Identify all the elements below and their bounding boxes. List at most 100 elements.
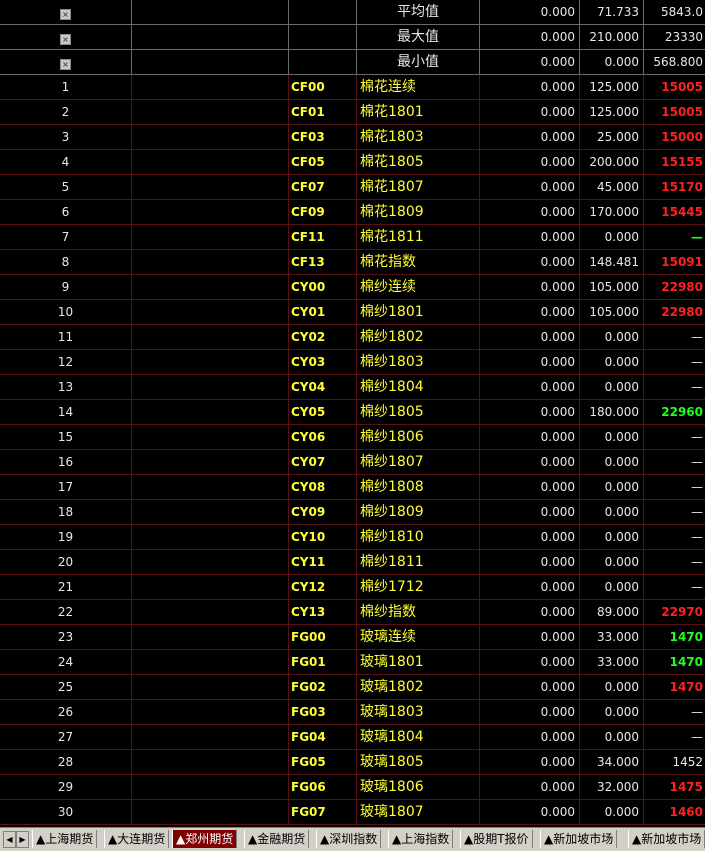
row-number: 15	[0, 425, 132, 450]
table-row[interactable]: 4 CF05 棉花1805 0.000 200.000 15155	[0, 150, 705, 175]
price-cell: 15445	[644, 200, 705, 225]
contract-name: 棉花1807	[357, 175, 480, 200]
scroll-left-icon[interactable]: ◀	[3, 831, 16, 848]
row-number: 25	[0, 675, 132, 700]
market-tab[interactable]: ▲股期T报价	[460, 830, 533, 848]
contract-code: FG06	[289, 775, 357, 800]
table-row[interactable]: 22 CY13 棉纱指数 0.000 89.000 22970	[0, 600, 705, 625]
value-cell: 33.000	[580, 650, 644, 675]
row-number: 29	[0, 775, 132, 800]
table-row[interactable]: 28 FG05 玻璃1805 0.000 34.000 1452	[0, 750, 705, 775]
contract-name: 棉纱1806	[357, 425, 480, 450]
stat-checkbox-cell[interactable]: ×	[0, 50, 132, 75]
row-number: 13	[0, 375, 132, 400]
empty-cell	[132, 525, 289, 550]
empty-cell	[132, 625, 289, 650]
value-cell: 0.000	[480, 450, 580, 475]
value-cell: 0.000	[480, 650, 580, 675]
empty-cell	[132, 175, 289, 200]
table-row[interactable]: 10 CY01 棉纱1801 0.000 105.000 22980	[0, 300, 705, 325]
row-number: 27	[0, 725, 132, 750]
empty-cell	[132, 275, 289, 300]
table-row[interactable]: 1 CF00 棉花连续 0.000 125.000 15005	[0, 75, 705, 100]
value-cell: 0.000	[480, 375, 580, 400]
contract-code: CY03	[289, 350, 357, 375]
table-row[interactable]: 24 FG01 玻璃1801 0.000 33.000 1470	[0, 650, 705, 675]
contract-code: CF09	[289, 200, 357, 225]
stat-checkbox-cell[interactable]: ×	[0, 25, 132, 50]
market-tab[interactable]: ▲郑州期货	[172, 830, 238, 848]
table-row[interactable]: 11 CY02 棉纱1802 0.000 0.000—	[0, 325, 705, 350]
table-row[interactable]: 18 CY09 棉纱1809 0.000 0.000—	[0, 500, 705, 525]
table-row[interactable]: 7 CF11 棉花1811 0.000 0.000—	[0, 225, 705, 250]
stat-checkbox-cell[interactable]: ×	[0, 0, 132, 25]
table-row[interactable]: 19 CY10 棉纱1810 0.000 0.000—	[0, 525, 705, 550]
market-tab[interactable]: ▲金融期货	[244, 830, 310, 848]
table-row[interactable]: 15 CY06 棉纱1806 0.000 0.000—	[0, 425, 705, 450]
market-tab[interactable]: ▲上海期货	[32, 830, 98, 848]
value-cell: 0.000	[580, 575, 644, 600]
contract-name: 棉花1805	[357, 150, 480, 175]
stat-value: 0.000	[580, 50, 644, 75]
table-row[interactable]: 12 CY03 棉纱1803 0.000 0.000—	[0, 350, 705, 375]
table-row[interactable]: 6 CF09 棉花1809 0.000 170.000 15445	[0, 200, 705, 225]
empty-cell	[132, 375, 289, 400]
price-cell: 15005	[644, 75, 705, 100]
value-cell: 0.000	[480, 300, 580, 325]
contract-name: 棉纱1809	[357, 500, 480, 525]
market-tab[interactable]: ▲新加坡市场	[540, 830, 618, 848]
contract-name: 玻璃1804	[357, 725, 480, 750]
table-row[interactable]: 21 CY12 棉纱1712 0.000 0.000—	[0, 575, 705, 600]
checkbox-icon[interactable]: ×	[60, 9, 71, 20]
row-number: 24	[0, 650, 132, 675]
table-row[interactable]: 27 FG04 玻璃1804 0.000 0.000—	[0, 725, 705, 750]
empty-cell	[132, 125, 289, 150]
table-row[interactable]: 8 CF13 棉花指数 0.000 148.481 15091	[0, 250, 705, 275]
price-cell: —	[644, 525, 705, 550]
empty-cell	[132, 650, 289, 675]
value-cell: 0.000	[580, 500, 644, 525]
empty-cell	[289, 50, 357, 75]
empty-cell	[132, 400, 289, 425]
table-row[interactable]: 23 FG00 玻璃连续 0.000 33.000 1470	[0, 625, 705, 650]
table-row[interactable]: 26 FG03 玻璃1803 0.000 0.000—	[0, 700, 705, 725]
contract-code: FG00	[289, 625, 357, 650]
table-row[interactable]: 3 CF03 棉花1803 0.000 25.000 15000	[0, 125, 705, 150]
table-row[interactable]: 16 CY07 棉纱1807 0.000 0.000—	[0, 450, 705, 475]
stat-value: 23330	[644, 25, 705, 50]
table-row[interactable]: 13 CY04 棉纱1804 0.000 0.000—	[0, 375, 705, 400]
contract-code: FG01	[289, 650, 357, 675]
market-tab[interactable]: ▲新加坡市场	[628, 830, 705, 848]
contract-code: CF00	[289, 75, 357, 100]
empty-cell	[132, 450, 289, 475]
market-tab[interactable]: ▲深圳指数	[316, 830, 382, 848]
value-cell: 0.000	[480, 725, 580, 750]
table-row[interactable]: 5 CF07 棉花1807 0.000 45.000 15170	[0, 175, 705, 200]
value-cell: 0.000	[480, 275, 580, 300]
price-cell: —	[644, 450, 705, 475]
checkbox-icon[interactable]: ×	[60, 34, 71, 45]
empty-cell	[132, 725, 289, 750]
table-row[interactable]: 20 CY11 棉纱1811 0.000 0.000—	[0, 550, 705, 575]
table-row[interactable]: 14 CY05 棉纱1805 0.000 180.000 22960	[0, 400, 705, 425]
price-cell: —	[644, 500, 705, 525]
scroll-right-icon[interactable]: ▶	[16, 831, 29, 848]
stat-label: 最小值	[357, 50, 480, 75]
contract-code: CY11	[289, 550, 357, 575]
table-row[interactable]: 25 FG02 玻璃1802 0.000 0.000 1470	[0, 675, 705, 700]
market-tab-bar: ◀ ▶ ▲上海期货 ▲大连期货 ▲郑州期货 ▲金融期货 ▲深圳指数 ▲上海指数 ▲股期T报价…	[0, 827, 705, 851]
value-cell: 0.000	[580, 375, 644, 400]
empty-cell	[132, 100, 289, 125]
price-cell: 22960	[644, 400, 705, 425]
checkbox-icon[interactable]: ×	[60, 59, 71, 70]
row-number: 8	[0, 250, 132, 275]
row-number: 12	[0, 350, 132, 375]
table-row[interactable]: 29 FG06 玻璃1806 0.000 32.000 1475	[0, 775, 705, 800]
contract-name: 玻璃1806	[357, 775, 480, 800]
market-tab[interactable]: ▲上海指数	[388, 830, 454, 848]
table-row[interactable]: 17 CY08 棉纱1808 0.000 0.000—	[0, 475, 705, 500]
market-tab[interactable]: ▲大连期货	[104, 830, 170, 848]
table-row[interactable]: 2 CF01 棉花1801 0.000 125.000 15005	[0, 100, 705, 125]
table-row[interactable]: 9 CY00 棉纱连续 0.000 105.000 22980	[0, 275, 705, 300]
table-row[interactable]: 30 FG07 玻璃1807 0.000 0.000 1460	[0, 800, 705, 825]
